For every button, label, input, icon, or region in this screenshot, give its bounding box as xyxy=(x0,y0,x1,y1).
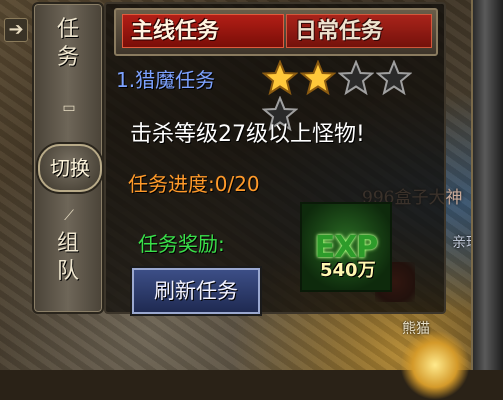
quest-objective: 击杀等级27级以上怪物! xyxy=(130,122,365,147)
side-tab-strip: 任 务 ▭ 切换 ⟋ 组 队 xyxy=(32,2,104,314)
refresh-quest-button[interactable]: 刷新任务 xyxy=(132,268,260,314)
switch-button[interactable]: 切换 xyxy=(38,144,102,192)
star-filled-icon xyxy=(300,60,336,96)
reward-label: 任务奖励: xyxy=(138,232,225,256)
star-empty-icon xyxy=(338,60,374,96)
light-orb xyxy=(400,330,470,400)
quest-progress: 任务进度:0/20 xyxy=(128,172,260,196)
tab-main-quest[interactable]: 主线任务 xyxy=(122,14,284,48)
quest-panel: 主线任务 日常任务 1.猎魔任务 击杀等级27级以上怪物! 任务进度:0/20 … xyxy=(104,2,446,314)
exp-amount: 540万 xyxy=(320,260,376,281)
star-empty-icon xyxy=(376,60,412,96)
tab-team[interactable]: 组 队 xyxy=(34,230,102,286)
sword-icon: ⟋ xyxy=(64,208,74,224)
scroll-icon: ▭ xyxy=(62,100,76,116)
quest-type-tabs: 主线任务 日常任务 xyxy=(114,8,438,56)
tab-daily-quest[interactable]: 日常任务 xyxy=(286,14,432,48)
tab-quest[interactable]: 任 务 xyxy=(34,16,102,72)
collapse-arrow-icon[interactable]: ➔ xyxy=(4,18,28,42)
difficulty-stars xyxy=(262,60,444,132)
quest-title: 1.猎魔任务 xyxy=(116,68,216,92)
player-name: 熊猫 xyxy=(402,321,430,337)
right-hud-frame xyxy=(471,0,503,370)
star-filled-icon xyxy=(262,60,298,96)
